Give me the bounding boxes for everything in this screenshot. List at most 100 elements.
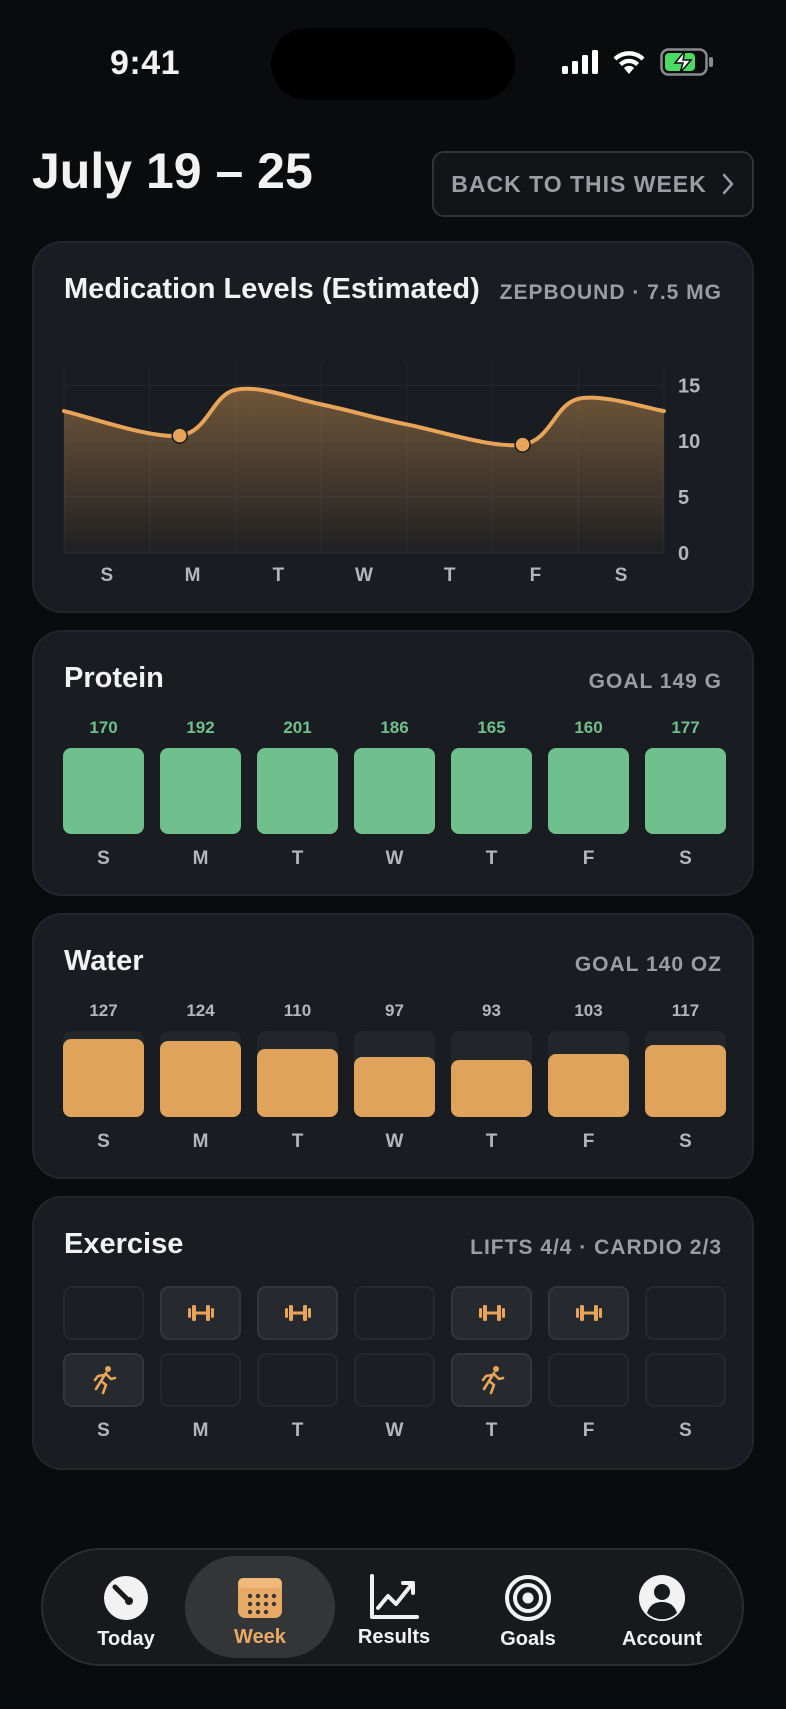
water-goal-label: GOAL 140 OZ xyxy=(574,953,722,976)
tab-account-label: Account xyxy=(622,1628,702,1650)
protein-bar-track xyxy=(63,748,144,834)
protein-value-label: 165 xyxy=(477,718,506,737)
tab-account[interactable]: Account xyxy=(587,1556,737,1658)
exercise-day-label: S xyxy=(679,1420,692,1441)
water-bar xyxy=(63,1039,144,1117)
protein-day-column[interactable]: 170 S xyxy=(63,718,144,870)
protein-bar-track xyxy=(354,748,435,834)
lift-cell[interactable] xyxy=(354,1286,435,1340)
cardio-cell[interactable] xyxy=(63,1353,144,1407)
protein-bar xyxy=(257,748,338,834)
water-day-column[interactable]: 117 S xyxy=(645,1001,726,1153)
cardio-cell[interactable] xyxy=(354,1353,435,1407)
tab-results[interactable]: Results xyxy=(319,1556,469,1658)
protein-day-column[interactable]: 186 W xyxy=(354,718,435,870)
water-day-column[interactable]: 97 W xyxy=(354,1001,435,1153)
protein-bar-chart: 170 S 192 M 201 T 186 W 165 T 160 F 177 S xyxy=(63,718,726,870)
exercise-summary-label: LIFTS 4/4 · CARDIO 2/3 xyxy=(470,1236,722,1259)
cardio-row xyxy=(63,1353,726,1407)
protein-bar-track xyxy=(160,748,241,834)
tab-today-label: Today xyxy=(97,1628,155,1650)
protein-card[interactable]: Protein GOAL 149 G 170 S 192 M 201 T 186 W 165 T 1… xyxy=(32,630,754,896)
exercise-day-label: M xyxy=(192,1420,209,1441)
lift-cell[interactable] xyxy=(645,1286,726,1340)
water-value-label: 97 xyxy=(385,1001,404,1020)
y-tick-label: 15 xyxy=(678,375,700,397)
lift-cell[interactable] xyxy=(548,1286,629,1340)
lift-cell[interactable] xyxy=(451,1286,532,1340)
back-button-label: BACK TO THIS WEEK xyxy=(451,170,707,197)
dumbbell-icon xyxy=(575,1305,602,1321)
dumbbell-icon xyxy=(284,1305,311,1321)
protein-day-column[interactable]: 160 F xyxy=(548,718,629,870)
status-icons xyxy=(562,48,714,76)
dynamic-island xyxy=(271,28,515,100)
gauge-icon xyxy=(104,1576,148,1620)
x-tick-label: S xyxy=(101,565,114,586)
water-day-column[interactable]: 124 M xyxy=(160,1001,241,1153)
water-card[interactable]: Water GOAL 140 OZ 127 S 124 M 110 T 97 W 93 T 103 F… xyxy=(32,913,754,1179)
dose-marker xyxy=(171,427,188,444)
x-tick-label: T xyxy=(272,565,284,586)
protein-card-title: Protein xyxy=(64,662,164,694)
lift-cell[interactable] xyxy=(257,1286,338,1340)
week-range-title: July 19 – 25 xyxy=(32,143,313,199)
tab-today[interactable]: Today xyxy=(51,1556,201,1658)
water-day-column[interactable]: 93 T xyxy=(451,1001,532,1153)
cardio-cell[interactable] xyxy=(451,1353,532,1407)
protein-value-label: 192 xyxy=(186,718,215,737)
water-bar xyxy=(645,1045,726,1117)
x-tick-label: M xyxy=(185,565,201,586)
cardio-cell[interactable] xyxy=(160,1353,241,1407)
water-bar-track xyxy=(63,1031,144,1117)
protein-value-label: 201 xyxy=(283,718,312,737)
y-tick-label: 0 xyxy=(678,543,689,565)
water-day-column[interactable]: 103 F xyxy=(548,1001,629,1153)
protein-bar-track xyxy=(257,748,338,834)
status-time: 9:41 xyxy=(110,44,181,82)
tab-results-label: Results xyxy=(357,1626,431,1648)
back-to-this-week-button[interactable]: BACK TO THIS WEEK xyxy=(432,151,754,217)
protein-value-label: 160 xyxy=(574,718,603,737)
tab-goals[interactable]: Goals xyxy=(453,1556,603,1658)
protein-goal-label: GOAL 149 G xyxy=(588,670,722,693)
water-value-label: 117 xyxy=(671,1001,700,1020)
x-tick-label: T xyxy=(444,565,456,586)
calendar-icon xyxy=(238,1578,282,1618)
x-tick-label: F xyxy=(530,565,542,586)
lift-cell[interactable] xyxy=(63,1286,144,1340)
protein-day-column[interactable]: 201 T xyxy=(257,718,338,870)
protein-bar xyxy=(548,748,629,834)
tab-week[interactable]: Week xyxy=(185,1556,335,1658)
protein-day-column[interactable]: 192 M xyxy=(160,718,241,870)
protein-day-column[interactable]: 177 S xyxy=(645,718,726,870)
protein-value-label: 186 xyxy=(380,718,409,737)
protein-day-column[interactable]: 165 T xyxy=(451,718,532,870)
water-bar-track xyxy=(354,1031,435,1117)
water-day-label: S xyxy=(679,1131,692,1152)
exercise-grid xyxy=(63,1286,726,1420)
battery-charging-icon xyxy=(660,48,713,76)
water-value-label: 124 xyxy=(186,1001,215,1020)
protein-value-label: 170 xyxy=(89,718,118,737)
water-day-label: T xyxy=(485,1131,498,1152)
water-bar-track xyxy=(160,1031,241,1117)
medication-levels-card[interactable]: Medication Levels (Estimated) ZEPBOUND ·… xyxy=(32,241,754,613)
tab-bar: Today Week Results Goals Account xyxy=(41,1548,744,1666)
dumbbell-icon xyxy=(478,1305,505,1321)
water-day-label: S xyxy=(97,1131,110,1152)
water-day-column[interactable]: 127 S xyxy=(63,1001,144,1153)
exercise-card[interactable]: Exercise LIFTS 4/4 · CARDIO 2/3 S M T W T F S xyxy=(32,1196,754,1470)
dumbbell-icon xyxy=(187,1305,214,1321)
lift-cell[interactable] xyxy=(160,1286,241,1340)
cardio-cell[interactable] xyxy=(548,1353,629,1407)
cardio-cell[interactable] xyxy=(645,1353,726,1407)
water-day-column[interactable]: 110 T xyxy=(257,1001,338,1153)
cardio-cell[interactable] xyxy=(257,1353,338,1407)
water-value-label: 110 xyxy=(283,1001,312,1020)
water-bar-track xyxy=(451,1031,532,1117)
protein-day-label: M xyxy=(192,848,209,869)
protein-bar xyxy=(160,748,241,834)
water-day-label: T xyxy=(291,1131,304,1152)
water-bar xyxy=(257,1049,338,1117)
